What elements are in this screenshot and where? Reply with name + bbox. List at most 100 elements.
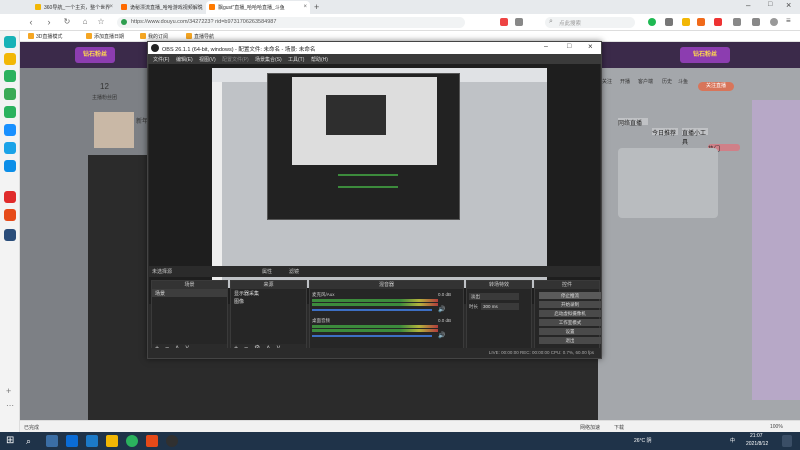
weather-text[interactable]: 26°C 阴: [634, 437, 652, 444]
tag-chip[interactable]: 网络直播: [618, 118, 648, 127]
app-icon[interactable]: [126, 435, 138, 447]
sidebar-app-icon[interactable]: [4, 36, 16, 48]
right-nav-item[interactable]: 关注: [602, 78, 612, 85]
exit-button[interactable]: 退出: [539, 337, 601, 344]
transition-select[interactable]: 淡出: [469, 293, 519, 300]
tag-chip[interactable]: 直播小工具: [682, 128, 708, 146]
bookmark-item[interactable]: 直播导航: [186, 33, 214, 40]
streamer-avatar[interactable]: [94, 112, 134, 148]
sidebar-app-icon[interactable]: [4, 160, 16, 172]
task-view-icon[interactable]: [46, 435, 58, 447]
close-icon[interactable]: ×: [197, 4, 201, 10]
source-item[interactable]: 图像: [231, 297, 306, 305]
url-input[interactable]: https://www.douyu.com/3427223? rid=b9731…: [117, 17, 465, 28]
menu-item-edit[interactable]: 编辑(E): [176, 56, 193, 63]
extension-icon[interactable]: [752, 18, 760, 26]
ime-indicator[interactable]: 中: [730, 437, 735, 444]
right-nav-item[interactable]: 历史: [662, 78, 672, 85]
sidebar-app-icon[interactable]: [4, 53, 16, 65]
side-ad-banner[interactable]: [752, 100, 800, 400]
sidebar-app-icon[interactable]: [4, 142, 16, 154]
browser-tab[interactable]: 360导航_一个主页，整个世界 ×: [32, 1, 116, 14]
account-icon[interactable]: [770, 18, 778, 26]
extension-icon[interactable]: [665, 18, 673, 26]
extension-icon[interactable]: [697, 18, 705, 26]
scene-item[interactable]: 场景: [152, 289, 227, 297]
bookmark-item[interactable]: 我的订阅: [140, 33, 168, 40]
close-window-button[interactable]: ×: [786, 0, 791, 10]
menu-item-help[interactable]: 帮助(H): [311, 56, 328, 63]
app-icon[interactable]: [106, 435, 118, 447]
bookmark-item[interactable]: 3D直播模式: [28, 33, 62, 40]
tag-chip[interactable]: 今日推荐: [652, 128, 678, 137]
clock-date[interactable]: 2021/8/12: [746, 441, 768, 447]
notification-icon[interactable]: [782, 435, 792, 447]
menu-item-scene-collection[interactable]: 场景集合(S): [255, 56, 282, 63]
extension-icon[interactable]: [500, 18, 508, 26]
star-icon[interactable]: ☆: [96, 17, 106, 27]
close-window-button[interactable]: ×: [588, 42, 593, 51]
speaker-icon[interactable]: 🔊: [438, 306, 445, 313]
duration-input[interactable]: 300 ms: [481, 303, 519, 310]
forward-icon[interactable]: ›: [44, 17, 54, 27]
app-icon[interactable]: [146, 435, 158, 447]
extension-icon[interactable]: [515, 18, 523, 26]
app-icon[interactable]: [66, 435, 78, 447]
bookmark-item[interactable]: 添加直播日期: [86, 33, 124, 40]
reload-icon[interactable]: ↻: [62, 17, 72, 27]
studio-mode-button[interactable]: 工作室模式: [539, 319, 601, 326]
sidebar-app-icon[interactable]: [4, 229, 16, 241]
extension-icon[interactable]: [648, 18, 656, 26]
search-icon[interactable]: ⌕: [26, 435, 38, 447]
new-tab-button[interactable]: +: [314, 2, 319, 12]
sidebar-app-icon[interactable]: [4, 124, 16, 136]
menu-item-profile[interactable]: 配置文件(P): [222, 56, 249, 63]
right-nav-item[interactable]: 客户端: [638, 78, 653, 85]
filters-button[interactable]: 滤镜: [289, 268, 299, 275]
obs-taskbar-icon[interactable]: [166, 435, 178, 447]
close-icon[interactable]: ×: [109, 4, 113, 10]
status-item[interactable]: 下载: [614, 424, 624, 431]
menu-item-view[interactable]: 视图(V): [199, 56, 216, 63]
volume-slider[interactable]: [312, 309, 432, 311]
maximize-button[interactable]: □: [768, 1, 772, 8]
stop-streaming-button[interactable]: 停止推流: [539, 292, 601, 299]
volume-slider[interactable]: [312, 335, 432, 337]
clock-time[interactable]: 21:07: [750, 433, 763, 439]
status-item[interactable]: 网络加速: [580, 424, 600, 431]
zoom-level[interactable]: 100%: [770, 424, 783, 430]
sidebar-app-icon[interactable]: [4, 106, 16, 118]
menu-icon[interactable]: ≡: [786, 16, 794, 25]
sidebar-app-icon[interactable]: [4, 209, 16, 221]
search-input[interactable]: ⌕ 点此搜索: [545, 17, 635, 28]
maximize-button[interactable]: □: [567, 43, 571, 50]
start-icon[interactable]: ⊞: [6, 435, 18, 447]
app-icon[interactable]: [86, 435, 98, 447]
extension-icon[interactable]: [682, 18, 690, 26]
browser-tab-active[interactable]: 飘gust"直播_哈哈哈直播_斗鱼 ×: [206, 1, 310, 14]
sidebar-app-icon[interactable]: [4, 88, 16, 100]
speaker-icon[interactable]: 🔊: [438, 332, 445, 339]
right-nav-item[interactable]: 开播: [620, 78, 630, 85]
right-nav-item[interactable]: 斗鱼: [678, 78, 688, 85]
settings-button[interactable]: 设置: [539, 328, 601, 335]
minimize-button[interactable]: –: [544, 43, 548, 50]
start-recording-button[interactable]: 开始录制: [539, 301, 601, 308]
apps-icon[interactable]: [733, 18, 741, 26]
sidebar-app-icon[interactable]: [4, 191, 16, 203]
back-icon[interactable]: ‹: [26, 17, 36, 27]
browser-tab[interactable]: 诡秘漂流直播_哈哈游戏视频解说 ×: [118, 1, 204, 14]
menu-item-file[interactable]: 文件(F): [153, 56, 169, 63]
minimize-button[interactable]: –: [746, 1, 750, 10]
start-virtual-camera-button[interactable]: 启动虚拟摄像机: [539, 310, 601, 317]
add-icon[interactable]: +: [6, 386, 11, 396]
extension-icon[interactable]: [714, 18, 722, 26]
sidebar-app-icon[interactable]: [4, 70, 16, 82]
properties-button[interactable]: 属性: [262, 268, 272, 275]
more-icon[interactable]: ⋯: [6, 401, 14, 410]
close-icon[interactable]: ×: [303, 4, 307, 10]
live-button[interactable]: 关注直播: [698, 82, 734, 91]
source-item[interactable]: 显示器采集: [231, 289, 306, 297]
menu-item-tools[interactable]: 工具(T): [288, 56, 304, 63]
home-icon[interactable]: ⌂: [80, 17, 90, 27]
